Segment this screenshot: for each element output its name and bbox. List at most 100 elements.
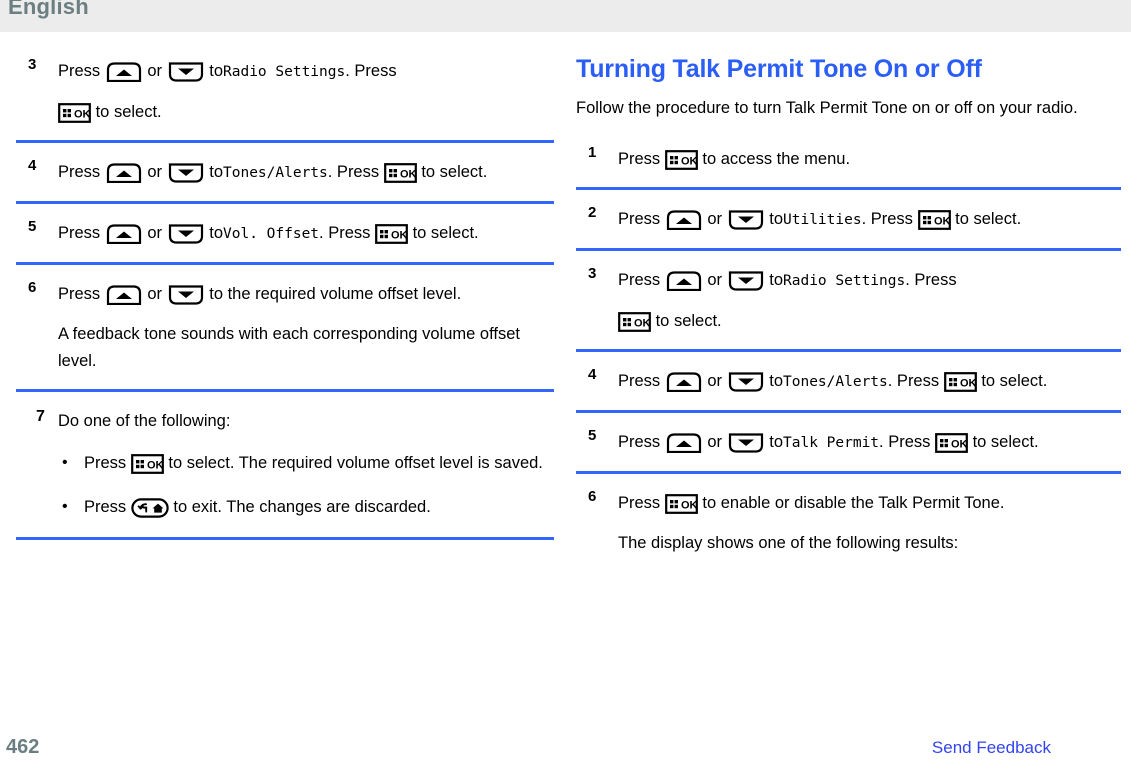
menu-ok-button-icon[interactable]: OK <box>383 163 417 183</box>
up-arrow-button-icon[interactable] <box>105 163 143 183</box>
step-body: Press OK to access the menu. <box>618 146 1121 173</box>
page-number: 462 <box>6 736 40 758</box>
step-item: 5 Press or <box>576 427 1121 457</box>
step-text: Press <box>618 210 661 228</box>
menu-ok-button-icon[interactable]: OK <box>664 494 698 514</box>
page-footer: 462 Send Feedback <box>0 728 1131 762</box>
menu-ok-button-icon[interactable]: OK <box>917 210 951 230</box>
step-text: . Press <box>861 210 913 228</box>
step-item: 5 Press or <box>16 218 554 248</box>
step-body: Press or toRadio Settings. Press OK to s… <box>58 58 554 126</box>
radio-menu-name: Tones/Alerts <box>223 165 328 181</box>
step-text: to select. <box>412 224 479 242</box>
step-number: 4 <box>588 366 597 383</box>
step-item: 7 Do one of the following: • Press OK to… <box>16 408 554 520</box>
send-feedback-link[interactable]: Send Feedback <box>932 738 1051 758</box>
right-column: Turning Talk Permit Tone On or Off Follo… <box>566 32 1131 732</box>
step-number: 2 <box>588 204 597 221</box>
down-arrow-button-icon[interactable] <box>727 372 765 392</box>
radio-menu-name: Talk Permit <box>783 435 880 451</box>
step-text: to select. <box>655 312 722 330</box>
step-text: to select. <box>972 433 1039 451</box>
page-content: 3 Press or toRadio Settings. Press OK to… <box>0 32 1131 732</box>
menu-ok-button-icon[interactable]: OK <box>935 433 968 453</box>
step-note: A feedback tone sounds with each corresp… <box>58 325 520 370</box>
up-arrow-button-icon[interactable] <box>105 62 143 82</box>
step-text: . Press <box>319 224 371 242</box>
step-number: 3 <box>28 56 37 73</box>
step-item: 3 Press or toRadio Settings. Press OK to… <box>576 265 1121 335</box>
bullet-list: • Press OK to select. The required volum… <box>58 450 554 520</box>
down-arrow-button-icon[interactable] <box>167 62 205 82</box>
step-text: to <box>209 224 223 242</box>
bullet-text: Press <box>84 454 127 472</box>
step-divider <box>16 389 554 392</box>
down-arrow-button-icon[interactable] <box>167 163 205 183</box>
step-text: to select. <box>421 163 488 181</box>
step-item: 6 Press OK to enable or disable the Talk… <box>576 488 1121 557</box>
step-text: Press <box>618 494 661 512</box>
svg-text:OK: OK <box>74 109 91 121</box>
step-body: Press or toRadio Settings. Press OK to s… <box>618 267 1121 335</box>
step-text: . Press <box>905 271 957 289</box>
step-body: Press OK to enable or disable the Talk P… <box>618 490 1121 557</box>
svg-text:OK: OK <box>634 318 651 330</box>
down-arrow-button-icon[interactable] <box>167 224 205 244</box>
step-divider <box>576 248 1121 251</box>
step-text-or: or <box>707 372 723 390</box>
down-arrow-button-icon[interactable] <box>727 210 765 230</box>
back-home-button-icon[interactable] <box>131 498 169 518</box>
header-language-label: English <box>8 0 89 19</box>
down-arrow-button-icon[interactable] <box>727 271 765 291</box>
step-body: Do one of the following: • Press OK to s… <box>58 408 554 520</box>
step-item: 4 Press or toTones/Alerts. Press OK to s… <box>576 366 1121 396</box>
svg-text:OK: OK <box>681 156 698 168</box>
step-text: Do one of the following: <box>58 412 231 430</box>
up-arrow-button-icon[interactable] <box>665 271 703 291</box>
step-text-or: or <box>707 271 723 289</box>
up-arrow-button-icon[interactable] <box>105 224 143 244</box>
step-text-or: or <box>147 163 163 181</box>
step-body: Press or toTones/Alerts. Press OK to sel… <box>618 368 1121 396</box>
step-number: 5 <box>28 218 37 235</box>
svg-text:OK: OK <box>960 378 977 390</box>
step-text: Press <box>618 372 661 390</box>
step-text: to access the menu. <box>702 150 851 168</box>
step-number: 4 <box>28 157 37 174</box>
up-arrow-button-icon[interactable] <box>665 433 703 453</box>
menu-ok-button-icon[interactable]: OK <box>943 372 977 392</box>
step-text: to <box>769 372 783 390</box>
step-text: . Press <box>887 372 940 390</box>
radio-menu-name: Tones/Alerts <box>783 374 888 390</box>
step-body: Press or toVol. Offset. Press OK to sele… <box>58 220 554 248</box>
step-text: Press <box>58 285 101 303</box>
radio-menu-name: Vol. Offset <box>223 226 320 242</box>
menu-ok-button-icon[interactable]: OK <box>618 312 651 332</box>
step-item: 3 Press or toRadio Settings. Press OK to… <box>16 56 554 126</box>
menu-ok-button-icon[interactable]: OK <box>58 103 91 123</box>
svg-text:OK: OK <box>681 500 698 512</box>
down-arrow-button-icon[interactable] <box>727 433 765 453</box>
page-title: Turning Talk Permit Tone On or Off <box>576 55 982 83</box>
step-divider <box>576 471 1121 474</box>
step-body: Press or toTones/Alerts. Press OK to sel… <box>58 159 554 187</box>
step-text: Press <box>58 224 101 242</box>
page-header-band: English <box>0 0 1131 32</box>
menu-ok-button-icon[interactable]: OK <box>664 150 698 170</box>
intro-paragraph: Follow the procedure to turn Talk Permit… <box>576 99 1078 117</box>
step-text: Press <box>618 433 661 451</box>
menu-ok-button-icon[interactable]: OK <box>375 224 408 244</box>
up-arrow-button-icon[interactable] <box>665 210 703 230</box>
step-item: 6 Press or to the required volume offset… <box>16 279 554 375</box>
up-arrow-button-icon[interactable] <box>105 285 143 305</box>
down-arrow-button-icon[interactable] <box>167 285 205 305</box>
step-number: 7 <box>36 408 45 425</box>
radio-menu-name: Radio Settings <box>783 273 906 289</box>
radio-menu-name: Utilities <box>783 212 862 228</box>
step-text: to select. <box>955 210 1022 228</box>
menu-ok-button-icon[interactable]: OK <box>130 454 164 474</box>
up-arrow-button-icon[interactable] <box>665 372 703 392</box>
bullet-text: Press <box>84 498 127 516</box>
step-text: Press <box>58 163 101 181</box>
step-text: to select. <box>981 372 1048 390</box>
